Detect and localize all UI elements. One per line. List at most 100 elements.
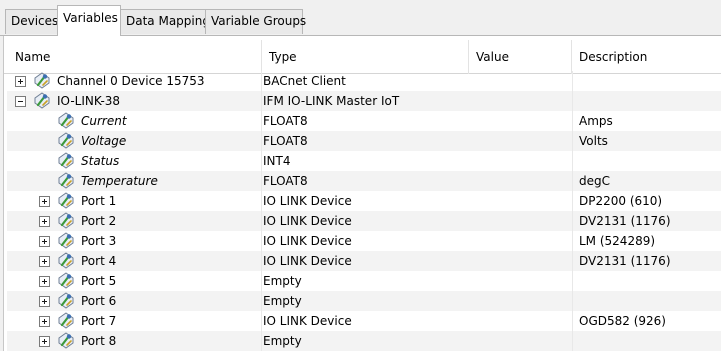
column-header-description[interactable]: Description <box>572 40 721 74</box>
column-separator <box>572 331 573 351</box>
row-value[interactable] <box>471 271 571 291</box>
variable-tag-icon <box>57 192 75 210</box>
tab-variables[interactable]: Variables <box>57 5 121 36</box>
expand-plus-icon[interactable] <box>39 296 50 307</box>
row-description: OGD582 (926) <box>579 314 666 328</box>
column-separator <box>572 311 573 331</box>
row-description: LM (524289) <box>579 234 656 248</box>
row-value[interactable] <box>471 231 571 251</box>
row-description <box>579 151 721 171</box>
row-name: Port 3 <box>81 234 117 248</box>
row-value[interactable] <box>471 171 571 191</box>
row-type: FLOAT8 <box>263 134 308 148</box>
expand-plus-icon[interactable] <box>39 316 50 327</box>
column-separator <box>261 111 262 131</box>
column-separator <box>261 91 262 111</box>
row-type: BACnet Client <box>263 74 346 88</box>
row-type: IO LINK Device <box>263 214 352 228</box>
row-description: Amps <box>579 114 613 128</box>
row-value[interactable] <box>471 191 571 211</box>
row-description: DP2200 (610) <box>579 194 663 208</box>
variable-tag-icon <box>57 172 75 190</box>
variable-tag-icon <box>57 132 75 150</box>
table-row[interactable]: Status INT4 <box>7 151 721 171</box>
table-row[interactable]: Port 8 Empty <box>7 331 721 351</box>
expand-plus-icon[interactable] <box>39 336 50 347</box>
expand-plus-icon[interactable] <box>39 256 50 267</box>
variable-tag-icon <box>57 212 75 230</box>
table-row[interactable]: Voltage FLOAT8 Volts <box>7 131 721 151</box>
column-separator <box>572 211 573 231</box>
column-separator <box>261 331 262 351</box>
table-row[interactable]: Port 5 Empty <box>7 271 721 291</box>
table-row[interactable]: Port 1 IO LINK Device DP2200 (610) <box>7 191 721 211</box>
row-description: Volts <box>579 134 608 148</box>
row-name: Temperature <box>81 174 158 188</box>
row-value[interactable] <box>471 131 571 151</box>
row-description <box>579 71 721 91</box>
collapse-minus-icon[interactable] <box>15 96 26 107</box>
variable-tag-icon <box>57 112 75 130</box>
tab-variable-groups[interactable]: Variable Groups <box>205 9 306 34</box>
column-header-name[interactable]: Name <box>8 40 262 74</box>
column-separator <box>261 71 262 91</box>
variable-tag-icon <box>33 92 51 110</box>
column-separator <box>572 111 573 131</box>
table-row[interactable]: Port 4 IO LINK Device DV2131 (1176) <box>7 251 721 271</box>
expand-plus-icon[interactable] <box>39 216 50 227</box>
row-name: Status <box>81 154 120 168</box>
column-header-value[interactable]: Value <box>469 40 572 74</box>
column-separator <box>261 231 262 251</box>
row-value[interactable] <box>471 91 571 111</box>
table-row[interactable]: Port 6 Empty <box>7 291 721 311</box>
row-type: Empty <box>263 274 302 288</box>
table-row[interactable]: Current FLOAT8 Amps <box>7 111 721 131</box>
tab-data-mapping[interactable]: Data Mapping <box>120 9 210 34</box>
variable-tag-icon <box>57 292 75 310</box>
row-value[interactable] <box>471 291 571 311</box>
table-row[interactable]: Port 3 IO LINK Device LM (524289) <box>7 231 721 251</box>
tab-devices[interactable]: Devices <box>5 9 58 34</box>
row-value[interactable] <box>471 331 571 351</box>
row-type: IO LINK Device <box>263 234 352 248</box>
row-name: Port 1 <box>81 194 117 208</box>
row-type: Empty <box>263 294 302 308</box>
row-value[interactable] <box>471 151 571 171</box>
column-separator <box>261 151 262 171</box>
row-name: Current <box>81 114 127 128</box>
row-value[interactable] <box>471 311 571 331</box>
column-separator <box>572 231 573 251</box>
expand-plus-icon[interactable] <box>39 196 50 207</box>
table-row[interactable]: Temperature FLOAT8 degC <box>7 171 721 191</box>
row-value[interactable] <box>471 251 571 271</box>
table-row[interactable]: Port 2 IO LINK Device DV2131 (1176) <box>7 211 721 231</box>
row-description: degC <box>579 174 610 188</box>
row-description <box>579 271 721 291</box>
row-type: Empty <box>263 334 302 348</box>
row-value[interactable] <box>471 211 571 231</box>
table-row[interactable]: Port 7 IO LINK Device OGD582 (926) <box>7 311 721 331</box>
column-separator <box>261 311 262 331</box>
column-separator <box>261 291 262 311</box>
tab-strip: Devices Variables Data Mapping Variable … <box>0 0 721 36</box>
row-name: Port 8 <box>81 334 117 348</box>
column-separator <box>572 71 573 91</box>
column-separator <box>572 191 573 211</box>
column-header-type[interactable]: Type <box>262 40 469 74</box>
column-separator <box>572 151 573 171</box>
table-row[interactable]: Channel 0 Device 15753 BACnet Client <box>7 71 721 91</box>
row-type: IO LINK Device <box>263 254 352 268</box>
row-description <box>579 331 721 351</box>
column-separator <box>261 171 262 191</box>
row-description <box>579 91 721 111</box>
expand-plus-icon[interactable] <box>39 236 50 247</box>
row-name: Port 2 <box>81 214 117 228</box>
column-separator <box>572 91 573 111</box>
expand-plus-icon[interactable] <box>39 276 50 287</box>
table-row[interactable]: IO-LINK-38 IFM IO-LINK Master IoT <box>7 91 721 111</box>
row-type: INT4 <box>263 154 291 168</box>
row-value[interactable] <box>471 71 571 91</box>
column-separator <box>572 131 573 151</box>
row-value[interactable] <box>471 111 571 131</box>
expand-plus-icon[interactable] <box>15 76 26 87</box>
